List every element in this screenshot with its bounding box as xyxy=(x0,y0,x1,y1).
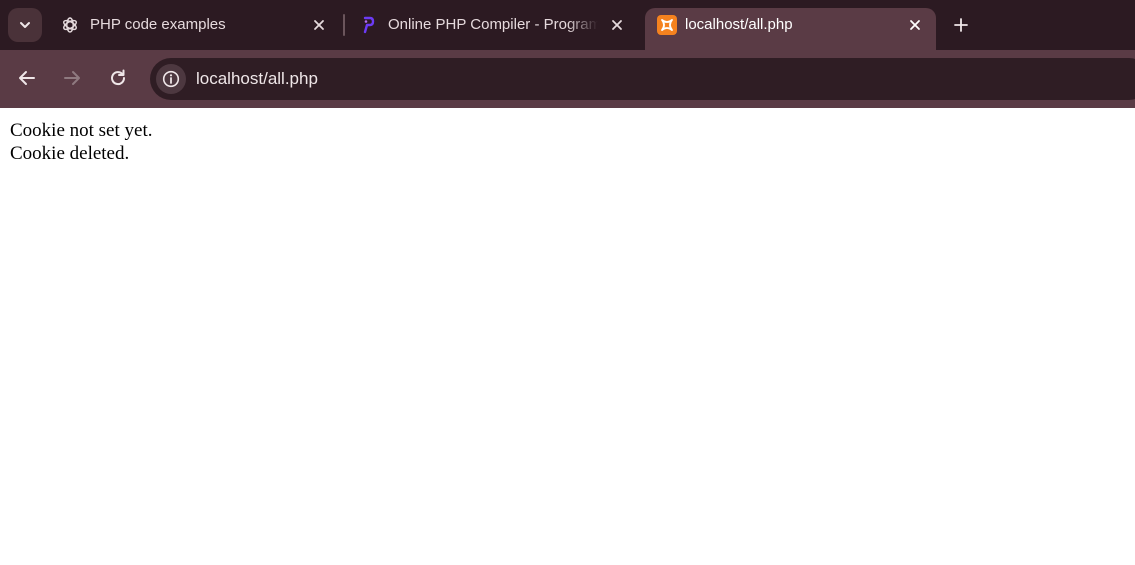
reload-button[interactable] xyxy=(106,66,130,90)
close-icon[interactable] xyxy=(607,15,627,35)
close-icon[interactable] xyxy=(905,15,925,35)
tab-localhost-all-php[interactable]: localhost/all.php xyxy=(645,8,936,42)
chevron-down-icon xyxy=(20,22,30,28)
tab-title: PHP code examples xyxy=(90,16,226,33)
xampp-icon xyxy=(657,15,677,35)
close-icon[interactable] xyxy=(309,15,329,35)
output-line-cookie-deleted: Cookie deleted. xyxy=(10,143,130,164)
new-tab-button[interactable] xyxy=(950,14,972,36)
tab-title: Online PHP Compiler - Programiz xyxy=(388,16,598,33)
page-content: Cookie not set yet. Cookie deleted. xyxy=(0,108,1135,565)
address-bar[interactable]: localhost/all.php xyxy=(150,58,1135,100)
address-url[interactable]: localhost/all.php xyxy=(196,69,318,89)
tab-strip: PHP code examples Online PHP Compiler - … xyxy=(0,0,1135,50)
chatgpt-icon xyxy=(60,15,80,35)
back-button[interactable] xyxy=(15,66,39,90)
plus-icon xyxy=(954,18,968,32)
reload-icon xyxy=(111,69,126,86)
arrow-left-icon xyxy=(19,71,35,85)
tab-online-php-compiler[interactable]: Online PHP Compiler - Programiz xyxy=(346,8,636,42)
tab-title: localhost/all.php xyxy=(685,16,793,33)
output-line-cookie-status: Cookie not set yet. xyxy=(10,120,153,141)
tab-php-code-examples[interactable]: PHP code examples xyxy=(48,8,338,42)
tab-search-button[interactable] xyxy=(8,8,42,42)
arrow-right-icon xyxy=(64,71,80,85)
forward-button[interactable] xyxy=(60,66,84,90)
programiz-icon xyxy=(358,15,378,35)
site-info-button[interactable] xyxy=(156,64,186,94)
browser-toolbar: localhost/all.php xyxy=(0,50,1135,108)
tab-separator xyxy=(343,14,345,36)
info-icon xyxy=(162,70,180,88)
